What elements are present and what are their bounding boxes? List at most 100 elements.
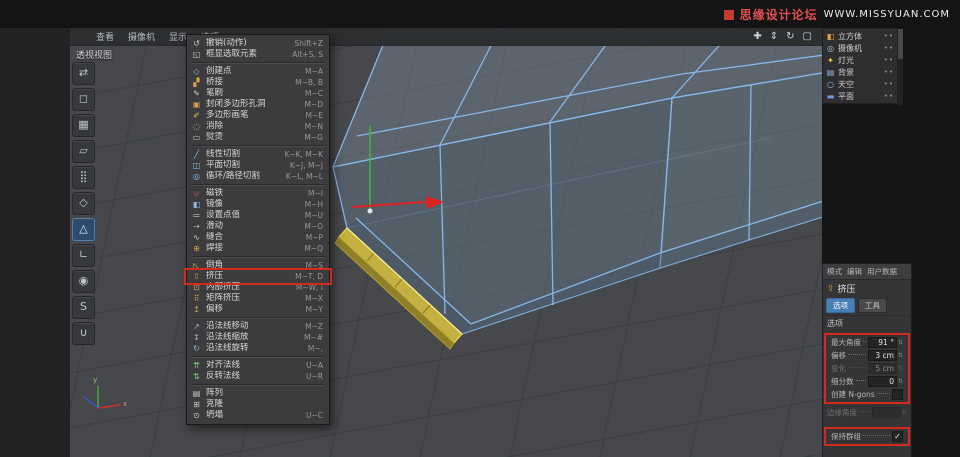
object-row-plane[interactable]: ▬ 平面 •• <box>823 90 897 102</box>
menu-item-bevel[interactable]: ◺ 倒角 M~S <box>187 260 329 271</box>
viewport-label: 透视视图 <box>76 51 113 61</box>
points-mode-icon[interactable]: ⣿ <box>72 166 95 189</box>
object-row-sky[interactable]: ○ 天空 •• <box>823 78 897 90</box>
attr-tab-mode[interactable]: 模式 <box>827 266 842 277</box>
solo-mode-icon[interactable]: ◉ <box>72 270 95 293</box>
axis-mode-icon[interactable]: ∟ <box>72 244 95 267</box>
attr-tab-user-data[interactable]: 用户数据 <box>867 266 897 277</box>
menu-item-matrix-extrude[interactable]: ⠿ 矩阵挤压 M~X <box>187 293 329 304</box>
zoom-view-icon[interactable]: ⇕ <box>770 28 778 45</box>
menu-item-line-cut[interactable]: ╱ 线性切割 K~K, M~K <box>187 149 329 160</box>
object-manager-scrollbar[interactable] <box>898 29 903 105</box>
subdivision-input[interactable]: 0 <box>867 375 897 387</box>
menu-item-frame-selected[interactable]: ◱ 框显选取元素 Alt+S, S <box>187 49 329 60</box>
menu-item-clone[interactable]: ⊞ 克隆 <box>187 399 329 410</box>
polygons-mode-icon[interactable]: △ <box>72 218 95 241</box>
preserve-groups-checkbox[interactable]: ✓ <box>892 430 903 442</box>
visibility-dots[interactable]: •• <box>884 92 894 100</box>
attr-tab-edit[interactable]: 编辑 <box>847 266 862 277</box>
menu-item-reverse-normals[interactable]: ⇅ 反转法线 U~R <box>187 371 329 382</box>
menu-item-set-point-value[interactable]: ≔ 设置点值 M~U <box>187 210 329 221</box>
menu-item-label: 镜像 <box>206 199 224 209</box>
visibility-dots[interactable]: •• <box>884 68 894 76</box>
texture-mode-icon[interactable]: ▦ <box>72 114 95 137</box>
magnet-icon[interactable]: ∪ <box>72 322 95 345</box>
viewport-3d[interactable]: y x 查看摄像机显示选项 ✚⇕↻▢ 透视视图 ⇄◻▦▱⣿◇△∟◉S∪ <box>70 28 822 457</box>
attr-subtab-options[interactable]: 选项 <box>826 298 855 313</box>
menu-item-extrude-inner[interactable]: ⊡ 内部挤压 M~W, I <box>187 282 329 293</box>
plane-icon: ▬ <box>826 91 835 101</box>
variance-input[interactable]: 5 cm <box>867 362 897 374</box>
menu-item-normal-scale[interactable]: ↕ 沿法线缩放 M~# <box>187 332 329 343</box>
field-label: 最大角度 <box>831 337 861 347</box>
spinner-icon[interactable]: ⇅ <box>902 409 907 416</box>
menu-item-smooth-shift[interactable]: ↥ 偏移 M~Y <box>187 304 329 315</box>
menu-item-extrude[interactable]: ⇧ 挤压 M~T, D <box>184 268 332 285</box>
max-angle-input[interactable]: 91 ° <box>867 336 897 348</box>
menu-item-plane-cut[interactable]: ◫ 平面切割 K~J, M~J <box>187 160 329 171</box>
menu-item-mirror[interactable]: ◧ 镜像 M~H <box>187 199 329 210</box>
dots-leader <box>859 411 870 413</box>
axis-y-label: y <box>93 376 97 384</box>
spinner-icon[interactable]: ⇅ <box>898 339 903 346</box>
menu-item-close-polygon-hole[interactable]: ▣ 封闭多边形孔洞 M~D <box>187 99 329 110</box>
menu-item-brush[interactable]: ✎ 笔刷 M~C <box>187 88 329 99</box>
workplane-mode-icon[interactable]: ▱ <box>72 140 95 163</box>
menu-item-weld[interactable]: ⊕ 焊接 M~Q <box>187 243 329 254</box>
visibility-dots[interactable]: •• <box>884 80 894 88</box>
menu-item-array[interactable]: ▤ 阵列 <box>187 388 329 399</box>
object-label: 背景 <box>838 67 854 77</box>
collapse-icon: ⊙ <box>193 411 200 420</box>
menu-item-collapse[interactable]: ⊙ 坍塌 U~C <box>187 410 329 421</box>
attr-subtab-tool[interactable]: 工具 <box>858 298 887 313</box>
snap-icon[interactable]: S <box>72 296 95 319</box>
object-row-camera[interactable]: ◎ 摄像机 •• <box>823 42 897 54</box>
menu-item-label: 坍塌 <box>206 410 224 420</box>
menu-item-magnet-tool[interactable]: ∪ 磁铁 M~I <box>187 188 329 199</box>
spinner-icon[interactable]: ⇅ <box>898 378 903 385</box>
scene-canvas[interactable]: y x <box>70 28 822 457</box>
object-row-cube[interactable]: ◧ 立方体 •• <box>823 30 897 42</box>
viewport-menu-view[interactable]: 查看 <box>96 30 114 43</box>
viewport-menu-cameras[interactable]: 摄像机 <box>128 30 155 43</box>
object-row-light[interactable]: ✦ 灯光 •• <box>823 54 897 66</box>
iron-icon: ▭ <box>192 133 201 142</box>
spinner-icon[interactable]: ⇅ <box>898 352 903 359</box>
menu-separator <box>191 317 325 319</box>
object-row-background[interactable]: ▤ 背景 •• <box>823 66 897 78</box>
visibility-dots[interactable]: •• <box>884 56 894 64</box>
menu-item-undo-action[interactable]: ↺ 撤销(动作) Shift+Z <box>187 38 329 49</box>
menu-item-bridge[interactable]: ▞ 桥接 M~B, B <box>187 77 329 88</box>
edges-mode-icon[interactable]: ◇ <box>72 192 95 215</box>
menu-item-dissolve[interactable]: ◌ 消除 M~N <box>187 121 329 132</box>
viewport-menu-display[interactable]: 显示 <box>169 30 187 43</box>
spinner-icon[interactable]: ⇅ <box>898 365 903 372</box>
menu-item-slide[interactable]: ⇢ 滑动 M~O <box>187 221 329 232</box>
menu-item-shortcut: M~Q <box>304 244 323 253</box>
model-mode-icon[interactable]: ◻ <box>72 88 95 111</box>
menu-item-normal-move[interactable]: ↗ 沿法线移动 M~Z <box>187 321 329 332</box>
menu-item-shortcut: M~# <box>303 333 323 342</box>
edge-angle-input[interactable] <box>871 407 901 419</box>
menu-item-iron[interactable]: ▭ 熨烫 M~G <box>187 132 329 143</box>
make-editable-icon[interactable]: ⇄ <box>72 62 95 85</box>
create-ngons-checkbox[interactable] <box>892 388 903 400</box>
attribute-subtabs: 选项 工具 <box>823 297 911 315</box>
watermark-url: WWW.MISSYUAN.COM <box>823 9 950 20</box>
pan-view-icon[interactable]: ✚ <box>753 28 761 45</box>
menu-item-align-normals[interactable]: ⇈ 对齐法线 U~A <box>187 360 329 371</box>
menu-item-shortcut: M~G <box>304 133 323 142</box>
menu-item-normal-rotate[interactable]: ↻ 沿法线旋转 M~, <box>187 343 329 354</box>
menu-item-polygon-pen[interactable]: ✐ 多边形画笔 M~E <box>187 110 329 121</box>
rotate-view-icon[interactable]: ↻ <box>786 28 794 45</box>
menu-item-stitch-and-sew[interactable]: ∿ 缝合 M~P <box>187 232 329 243</box>
toggle-view-icon[interactable]: ▢ <box>803 28 812 45</box>
visibility-dots[interactable]: •• <box>884 32 894 40</box>
line-cut-icon: ╱ <box>194 150 199 159</box>
visibility-dots[interactable]: •• <box>884 44 894 52</box>
menu-item-label: 矩阵挤压 <box>206 293 241 303</box>
background-icon: ▤ <box>826 67 835 77</box>
menu-item-create-point[interactable]: ◇ 创建点 M~A <box>187 66 329 77</box>
offset-input[interactable]: 3 cm <box>867 349 897 361</box>
menu-item-loop-path-cut[interactable]: ◎ 循环/路径切割 K~L, M~L <box>187 171 329 182</box>
